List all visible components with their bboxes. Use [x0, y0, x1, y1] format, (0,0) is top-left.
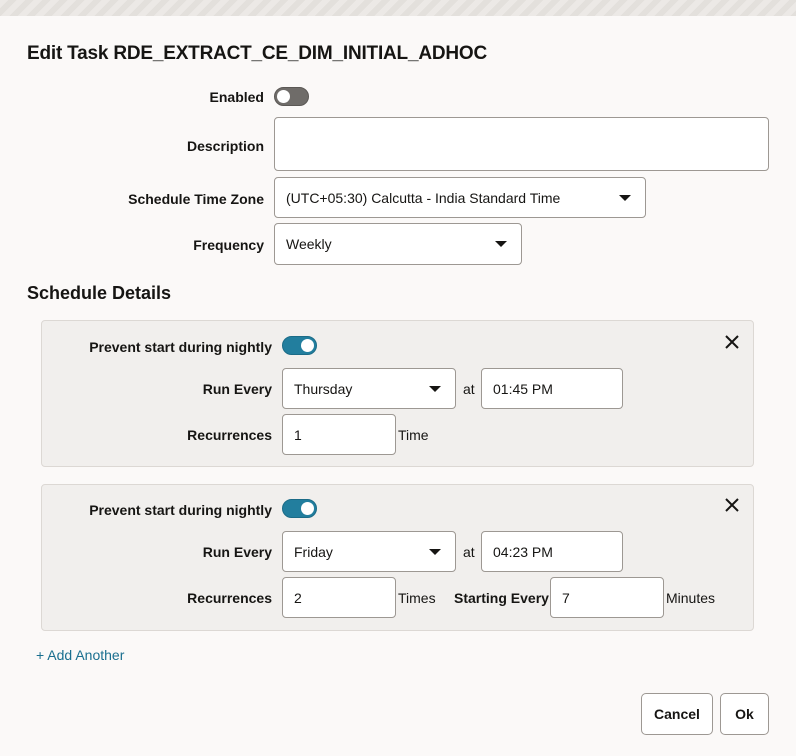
recurrences-label: Recurrences	[187, 590, 272, 606]
timezone-value: (UTC+05:30) Calcutta - India Standard Ti…	[286, 189, 561, 206]
toggle-knob	[277, 90, 290, 103]
starting-every-input[interactable]: 7	[550, 577, 664, 618]
timezone-label: Schedule Time Zone	[128, 191, 264, 207]
chevron-down-icon	[619, 194, 631, 201]
recurrences-input[interactable]: 2	[282, 577, 396, 618]
prevent-nightly-label: Prevent start during nightly	[89, 339, 272, 355]
top-divider	[0, 0, 796, 16]
enabled-toggle[interactable]	[274, 87, 309, 106]
dialog-title: Edit Task RDE_EXTRACT_CE_DIM_INITIAL_ADH…	[27, 43, 487, 64]
description-label: Description	[186, 138, 264, 154]
day-select[interactable]: Thursday	[282, 368, 456, 409]
add-another-link[interactable]: + Add Another	[36, 647, 124, 663]
at-label: at	[463, 381, 475, 397]
chevron-down-icon	[495, 241, 507, 247]
time-input[interactable]: 04:23 PM	[481, 531, 623, 572]
run-every-label: Run Every	[202, 381, 272, 397]
toggle-knob	[301, 339, 314, 352]
ok-button[interactable]: Ok	[720, 693, 769, 735]
chevron-down-icon	[429, 548, 441, 555]
time-input[interactable]: 01:45 PM	[481, 368, 623, 409]
schedule-details-title: Schedule Details	[27, 283, 172, 303]
starting-every-label: Starting Every	[454, 590, 549, 606]
close-icon[interactable]	[723, 496, 741, 514]
recurrence-unit: Time	[398, 427, 429, 443]
chevron-down-icon	[429, 385, 441, 392]
toggle-knob	[301, 502, 314, 515]
frequency-label: Frequency	[193, 237, 264, 253]
day-value: Friday	[294, 543, 333, 560]
run-every-label: Run Every	[202, 544, 272, 560]
timezone-select[interactable]: (UTC+05:30) Calcutta - India Standard Ti…	[274, 177, 646, 218]
recurrences-label: Recurrences	[187, 427, 272, 443]
description-field[interactable]	[274, 117, 769, 171]
prevent-nightly-label: Prevent start during nightly	[89, 502, 272, 518]
frequency-select[interactable]: Weekly	[274, 223, 522, 265]
cancel-button[interactable]: Cancel	[641, 693, 713, 735]
close-icon[interactable]	[723, 333, 741, 351]
at-label: at	[463, 544, 475, 560]
recurrence-unit: Times	[398, 590, 436, 606]
starting-every-unit: Minutes	[666, 590, 716, 606]
prevent-nightly-toggle[interactable]	[282, 336, 317, 355]
frequency-value: Weekly	[286, 236, 332, 252]
recurrences-input[interactable]: 1	[282, 414, 396, 455]
day-value: Thursday	[294, 380, 353, 397]
enabled-label: Enabled	[209, 89, 264, 105]
prevent-nightly-toggle[interactable]	[282, 499, 317, 518]
day-select[interactable]: Friday	[282, 531, 456, 572]
